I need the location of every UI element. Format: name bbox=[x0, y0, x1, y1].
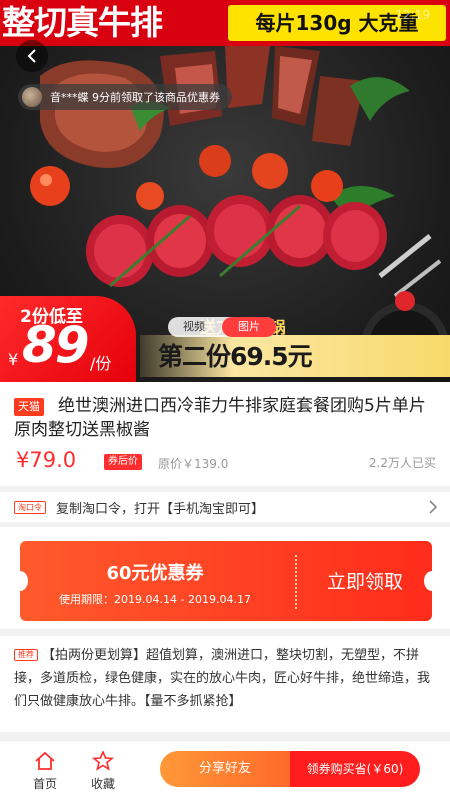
description-body: 【拍两份更划算】超值划算，澳洲进口，整块切割，无塑型，不拼接，多道质检，绿色健康… bbox=[14, 648, 431, 709]
coupon-card[interactable]: 60元优惠券 使用期限：2019.04.14 - 2019.04.17 立即领取 bbox=[12, 541, 440, 621]
media-toggle: 视频 图片 bbox=[168, 317, 276, 337]
price-tag-currency: ¥ bbox=[8, 350, 19, 369]
sold-count: 2.2万人已买 bbox=[368, 456, 436, 470]
coupon-title: 60元优惠券 bbox=[106, 563, 204, 584]
coupon-divider bbox=[295, 555, 297, 609]
tao-code-badge: 淘口令 bbox=[14, 501, 46, 514]
tao-code-text: 复制淘口令，打开【手机淘宝即可】 bbox=[56, 502, 265, 517]
price-tag: 2份低至 ¥ 89 /份 bbox=[0, 296, 136, 382]
coupon-validity: 使用期限：2019.04.14 - 2019.04.17 bbox=[59, 593, 251, 606]
promo-banner: 整切真牛排 每片130g 大克重 bbox=[0, 0, 450, 46]
status-clock: 12:19 bbox=[395, 8, 430, 22]
price-tag-unit: /份 bbox=[90, 354, 112, 373]
description-text: 推荐 【拍两份更划算】超值划算，澳洲进口，整块切割，无塑型，不拼接，多道质检，绿色… bbox=[14, 644, 436, 713]
tao-code-row[interactable]: 淘口令 复制淘口令，打开【手机淘宝即可】 bbox=[0, 492, 450, 522]
chevron-left-icon bbox=[27, 49, 36, 63]
tmall-badge: 天猫 bbox=[14, 398, 44, 416]
star-icon bbox=[92, 751, 114, 771]
tab-video[interactable]: 视频 bbox=[168, 317, 220, 337]
original-price: 原价￥139.0 bbox=[158, 457, 229, 471]
home-icon bbox=[35, 751, 55, 770]
second-offer-text: 第二份69.5元 bbox=[158, 342, 313, 371]
claim-coupon-button[interactable]: 立即领取 bbox=[298, 567, 432, 594]
price-tag-value: 89 bbox=[22, 316, 90, 374]
toast-text: 音***蝶 9分前领取了该商品优惠券 bbox=[50, 91, 220, 104]
buy-with-coupon-button[interactable]: 领券购买省(￥60) bbox=[290, 751, 420, 787]
share-button[interactable]: 分享好友 bbox=[160, 751, 290, 787]
coupon-section: 60元优惠券 使用期限：2019.04.14 - 2019.04.17 立即领取 bbox=[0, 527, 450, 629]
coupon-claim-toast: 音***蝶 9分前领取了该商品优惠券 bbox=[18, 84, 232, 110]
product-detail-page: 整切真牛排 每片130g 大克重 12:19 音***蝶 9分前领取了该商品优惠… bbox=[0, 0, 450, 800]
banner-title: 整切真牛排 bbox=[2, 3, 163, 42]
product-title: 绝世澳洲进口西冷菲力牛排家庭套餐团购5片单片原肉整切送黑椒酱 bbox=[14, 396, 426, 440]
second-offer-strip: 第二份69.5元 bbox=[140, 335, 450, 377]
back-button[interactable] bbox=[16, 40, 48, 72]
favorite-tab[interactable]: 收藏 bbox=[78, 749, 128, 795]
current-price: ¥79.0 bbox=[16, 448, 77, 472]
recommend-description: 推荐 【拍两份更划算】超值划算，澳洲进口，整块切割，无塑型，不拼接，多道质检，绿色… bbox=[0, 636, 450, 732]
avatar bbox=[22, 87, 42, 107]
home-tab[interactable]: 首页 bbox=[20, 749, 70, 795]
after-coupon-badge: 券后价 bbox=[104, 454, 142, 470]
favorite-tab-label: 收藏 bbox=[90, 777, 115, 791]
tab-image[interactable]: 图片 bbox=[222, 317, 276, 337]
product-info: 绝世澳洲进口西冷菲力牛排家庭套餐团购5片单片原肉整切送黑椒酱 天猫 ¥79.0 … bbox=[0, 382, 450, 486]
home-tab-label: 首页 bbox=[32, 777, 57, 791]
product-hero-image[interactable]: 整切真牛排 每片130g 大克重 12:19 音***蝶 9分前领取了该商品优惠… bbox=[0, 0, 450, 382]
chevron-right-icon bbox=[429, 500, 438, 514]
bottom-bar: 首页 收藏 分享好友 领券购买省(￥60) bbox=[0, 740, 450, 800]
recommend-badge: 推荐 bbox=[14, 649, 38, 661]
